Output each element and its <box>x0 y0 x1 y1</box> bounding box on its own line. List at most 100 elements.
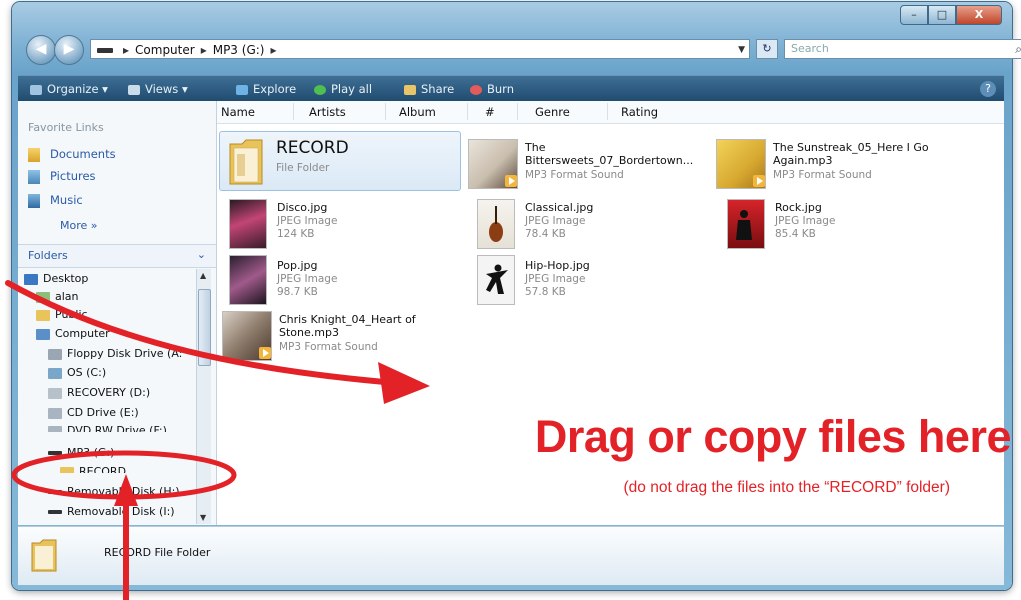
views-button[interactable]: Views ▾ <box>128 76 188 102</box>
column-genre[interactable]: Genre <box>535 105 570 119</box>
tree-item-removable-i[interactable]: Removable Disk (I:) <box>48 505 175 518</box>
file-name: Classical.jpg <box>525 201 594 214</box>
scroll-down-icon[interactable]: ▼ <box>200 513 206 522</box>
explore-icon <box>236 84 248 95</box>
floppy-drive-icon <box>48 348 62 360</box>
tree-item-recovery-d[interactable]: RECOVERY (D:) <box>48 386 150 399</box>
column-header: Name Artists Album # Genre Rating <box>217 101 1004 124</box>
chevron-down-icon: ⌄ <box>196 248 206 261</box>
tree-item-floppy[interactable]: Floppy Disk Drive (A: <box>48 347 182 360</box>
share-button[interactable]: Share <box>404 76 454 102</box>
search-input[interactable]: Search ⌕ <box>784 39 1021 59</box>
address-bar[interactable]: ▸ Computer ▸ MP3 (G:) ▸ ▼ <box>90 39 750 59</box>
tree-item-public[interactable]: Public <box>36 308 88 321</box>
tree-label: RECORD <box>79 465 127 473</box>
tree-item-cd-e[interactable]: CD Drive (E:) <box>48 406 139 419</box>
tree-item-removable-h[interactable]: Removable Disk (H:) <box>48 485 180 498</box>
minimize-button[interactable]: – <box>900 5 928 25</box>
views-label: Views <box>145 82 179 96</box>
search-placeholder: Search <box>791 42 829 55</box>
refresh-button[interactable]: ↻ <box>756 39 778 59</box>
image-thumbnail <box>477 255 515 305</box>
breadcrumb-mp3-drive[interactable]: MP3 (G:) <box>213 43 265 57</box>
help-button[interactable]: ? <box>980 81 996 97</box>
search-icon[interactable]: ⌕ <box>1015 40 1021 58</box>
tree-item-record[interactable]: RECORD <box>60 465 126 473</box>
file-item-classical[interactable]: Classical.jpg JPEG Image 78.4 KB <box>473 197 703 253</box>
file-item-bittersweets[interactable]: The Bittersweets_07_Bordertown... MP3 Fo… <box>465 137 705 193</box>
share-label: Share <box>421 82 455 96</box>
address-row: ◀ ▶ ▸ Computer ▸ MP3 (G:) ▸ ▼ ↻ Search ⌕ <box>26 35 1021 65</box>
scroll-up-icon[interactable]: ▲ <box>200 271 206 280</box>
folder-tree-scrollbar[interactable]: ▲ ▼ <box>196 269 211 524</box>
tree-item-computer[interactable]: Computer <box>36 327 110 340</box>
scrollbar-thumb[interactable] <box>198 289 211 366</box>
documents-icon <box>28 147 40 162</box>
close-button[interactable]: X <box>956 5 1002 25</box>
file-item-chris-knight[interactable]: Chris Knight_04_Heart of Stone.mp3 MP3 F… <box>219 309 469 365</box>
file-name: Hip-Hop.jpg <box>525 259 590 272</box>
instruction-headline: Drag or copy files here <box>534 411 1012 462</box>
maximize-button[interactable]: □ <box>928 5 956 25</box>
tree-item-dvd-f[interactable]: DVD RW Drive (F:) <box>48 424 167 432</box>
column-name[interactable]: Name <box>221 105 255 119</box>
tree-label: DVD RW Drive (F:) <box>67 424 167 432</box>
file-item-sunstreak[interactable]: The Sunstreak_05_Here I Go Again.mp3 MP3… <box>713 137 973 193</box>
favorite-documents[interactable]: Documents <box>28 147 116 162</box>
organize-label: Organize <box>47 82 99 96</box>
column-rating[interactable]: Rating <box>621 105 658 119</box>
breadcrumb-computer[interactable]: Computer <box>135 43 195 57</box>
column-artists[interactable]: Artists <box>309 105 346 119</box>
play-overlay-icon <box>505 175 517 187</box>
tree-item-desktop[interactable]: Desktop <box>24 272 88 285</box>
column-divider <box>467 103 468 120</box>
organize-icon <box>30 84 42 95</box>
file-item-record[interactable]: RECORD File Folder <box>219 131 461 191</box>
tree-label: OS (C:) <box>67 366 107 379</box>
details-pane: RECORD File Folder <box>18 526 1004 585</box>
address-dropdown-icon[interactable]: ▼ <box>738 40 745 60</box>
file-item-hiphop[interactable]: Hip-Hop.jpg JPEG Image 57.8 KB <box>473 253 703 309</box>
guitarist-silhouette-icon <box>736 210 752 240</box>
back-button[interactable]: ◀ <box>26 35 56 65</box>
caption-buttons: – □ X <box>900 5 1002 25</box>
favorite-music[interactable]: Music <box>28 193 83 208</box>
tree-label: Removable Disk (I:) <box>67 505 175 518</box>
music-icon <box>28 193 40 208</box>
explore-button[interactable]: Explore <box>236 76 296 102</box>
chevron-right-icon: ▸ <box>200 43 207 57</box>
tree-item-os-c[interactable]: OS (C:) <box>48 366 106 379</box>
column-album[interactable]: Album <box>399 105 436 119</box>
dancer-silhouette-icon <box>486 264 508 294</box>
back-arrow-icon: ◀ <box>35 41 47 57</box>
column-divider <box>607 103 608 120</box>
folder-icon <box>31 539 57 572</box>
organize-button[interactable]: Organize ▾ <box>30 76 108 102</box>
burn-button[interactable]: Burn <box>470 76 514 102</box>
tree-label: RECOVERY (D:) <box>67 386 151 399</box>
favorite-pictures[interactable]: Pictures <box>28 169 96 184</box>
explore-label: Explore <box>253 82 297 96</box>
play-icon <box>314 84 326 95</box>
tree-label: alan <box>55 290 79 303</box>
file-item-disco[interactable]: Disco.jpg JPEG Image 124 KB <box>225 197 455 253</box>
file-type: JPEG Image <box>775 215 836 227</box>
tree-item-mp3-g[interactable]: MP3 (G:) <box>48 446 114 459</box>
computer-icon <box>36 328 50 340</box>
file-size: 78.4 KB <box>525 228 566 240</box>
play-all-button[interactable]: Play all <box>314 76 372 102</box>
favorite-documents-label: Documents <box>50 147 116 161</box>
file-size: 57.8 KB <box>525 286 566 298</box>
file-item-pop[interactable]: Pop.jpg JPEG Image 98.7 KB <box>225 253 455 309</box>
removable-drive-icon <box>48 451 62 455</box>
chevron-right-icon: ▸ <box>270 43 277 57</box>
folders-header[interactable]: Folders ⌄ <box>18 244 216 268</box>
file-item-rock[interactable]: Rock.jpg JPEG Image 85.4 KB <box>723 197 953 253</box>
views-icon <box>128 84 140 95</box>
tree-item-alan[interactable]: alan <box>36 290 79 303</box>
forward-button[interactable]: ▶ <box>54 35 84 65</box>
more-link[interactable]: More » <box>60 219 98 232</box>
file-size: 124 KB <box>277 228 315 240</box>
column-number[interactable]: # <box>485 105 495 119</box>
file-name: Pop.jpg <box>277 259 318 272</box>
